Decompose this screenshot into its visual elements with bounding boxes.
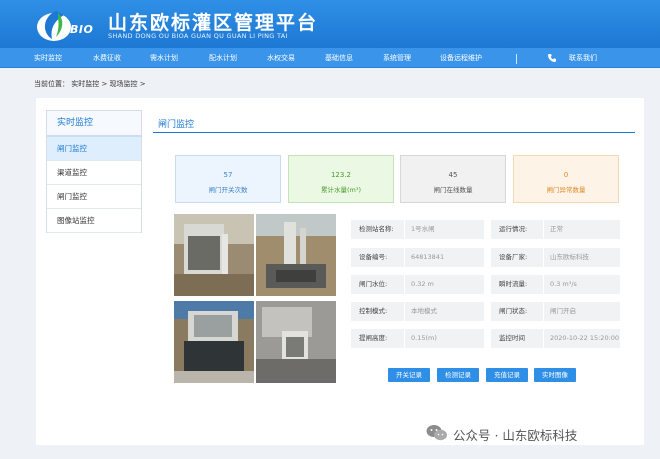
stat-label: 闸门异常数量 <box>546 186 586 194</box>
info-value-gate-state: 闸门开启 <box>543 302 620 321</box>
info-label-run-status: 运行情况: <box>491 220 543 239</box>
main-nav: 实时监控 水费征收 需水计划 配水计划 水权交易 基础信息 系统管理 设备远程维… <box>0 48 660 68</box>
info-row: 控制模式: 本地模式 闸门状态: 闸门开启 <box>351 302 620 321</box>
stat-card-switch-count: 57 闸门开关次数 <box>175 155 281 203</box>
stat-value: 45 <box>448 171 458 179</box>
nav-item-demand-plan[interactable]: 需水计划 <box>150 53 178 63</box>
stat-label: 闸门开关次数 <box>208 186 248 194</box>
info-label-manufacturer: 设备厂家: <box>491 248 543 267</box>
info-label-device-id: 设备编号: <box>351 248 404 267</box>
live-image-button[interactable]: 实时图像 <box>534 368 576 382</box>
section-underline <box>153 132 635 133</box>
switch-record-button[interactable]: 开关记录 <box>388 368 430 382</box>
info-label-flow-rate: 瞬时流量: <box>491 275 543 294</box>
sidebar: 实时监控 闸门监控 渠道监控 闸门监控 图像站监控 <box>46 110 142 233</box>
recharge-record-button[interactable]: 充值记录 <box>486 368 528 382</box>
stat-label: 累计水量(m³) <box>320 186 361 194</box>
sidebar-item-image-station[interactable]: 图像站监控 <box>47 209 141 233</box>
stat-card-total-water: 123.2 累计水量(m³) <box>288 155 394 203</box>
info-row: 提闸高度: 0.15(m) 监控时间 2020-10-22 15:20:00 <box>351 329 620 348</box>
info-row: 闸门水位: 0.32 m 瞬时流量: 0.3 m³/s <box>351 275 620 294</box>
stat-value: 57 <box>223 171 233 179</box>
nav-divider <box>516 54 517 64</box>
phone-icon <box>548 54 556 62</box>
info-value-device-id: 64813841 <box>404 248 484 267</box>
info-row: 检测站名称: 1号水闸 运行情况: 正常 <box>351 220 620 239</box>
gate-photo-1[interactable] <box>174 214 254 296</box>
info-value-control-mode: 本地模式 <box>404 302 484 321</box>
sidebar-item-channel-monitor[interactable]: 渠道监控 <box>47 161 141 185</box>
info-value-lift-height: 0.15(m) <box>404 329 484 348</box>
sidebar-item-gate-monitor-2[interactable]: 闸门监控 <box>47 185 141 209</box>
stat-value: 0 <box>563 171 569 179</box>
stat-card-abnormal-gates: 0 闸门异常数量 <box>513 155 619 203</box>
info-value-flow-rate: 0.3 m³/s <box>543 275 620 294</box>
sidebar-item-gate-monitor[interactable]: 闸门监控 <box>47 137 141 161</box>
stat-label: 闸门在线数量 <box>433 186 473 194</box>
stat-card-online-gates: 45 闸门在线数量 <box>400 155 506 203</box>
gate-photo-4[interactable] <box>256 301 336 383</box>
gate-photo-2[interactable] <box>256 214 336 296</box>
info-label-monitor-time: 监控时间 <box>491 329 543 348</box>
watermark-text: 公众号 · 山东欧标科技 <box>453 428 578 443</box>
nav-item-realtime[interactable]: 实时监控 <box>34 53 62 63</box>
info-value-water-level: 0.32 m <box>404 275 484 294</box>
nav-item-basic-info[interactable]: 基础信息 <box>325 53 353 63</box>
info-label-water-level: 闸门水位: <box>351 275 404 294</box>
gate-photo-3[interactable] <box>174 301 254 383</box>
detection-record-button[interactable]: 检测记录 <box>437 368 479 382</box>
info-label-gate-state: 闸门状态: <box>491 302 543 321</box>
stat-value: 123.2 <box>330 171 352 179</box>
section-title: 闸门监控 <box>158 120 195 130</box>
nav-item-remote-maintenance[interactable]: 设备远程维护 <box>440 53 482 63</box>
nav-item-contact[interactable]: 联系我们 <box>569 53 597 63</box>
info-value-manufacturer: 山东欧标科技 <box>543 248 620 267</box>
breadcrumb: 当前位置： 实时监控 > 现场监控 > <box>34 80 146 88</box>
info-label-station-name: 检测站名称: <box>351 220 404 239</box>
info-row: 设备编号: 64813841 设备厂家: 山东欧标科技 <box>351 248 620 267</box>
nav-item-water-fee[interactable]: 水费征收 <box>93 53 121 63</box>
info-value-monitor-time: 2020-10-22 15:20:00 <box>543 329 620 348</box>
app-header: BIO 山东欧标灌区管理平台 SHAND DONG OU BIOA GUAN Q… <box>0 0 660 48</box>
sidebar-header: 实时监控 <box>47 111 141 137</box>
nav-item-system[interactable]: 系统管理 <box>383 53 411 63</box>
info-value-run-status: 正常 <box>543 220 620 239</box>
info-label-control-mode: 控制模式: <box>351 302 404 321</box>
platform-subtitle: SHAND DONG OU BIOA GUAN QU GUAN LI PING … <box>108 32 288 40</box>
info-value-station-name: 1号水闸 <box>404 220 484 239</box>
nav-item-distribution-plan[interactable]: 配水计划 <box>209 53 237 63</box>
nav-item-water-trade[interactable]: 水权交易 <box>267 53 295 63</box>
logo-text: BIO <box>70 23 94 36</box>
info-label-lift-height: 提闸高度: <box>351 329 404 348</box>
wechat-icon <box>426 425 447 441</box>
platform-title: 山东欧标灌区管理平台 <box>108 12 319 34</box>
